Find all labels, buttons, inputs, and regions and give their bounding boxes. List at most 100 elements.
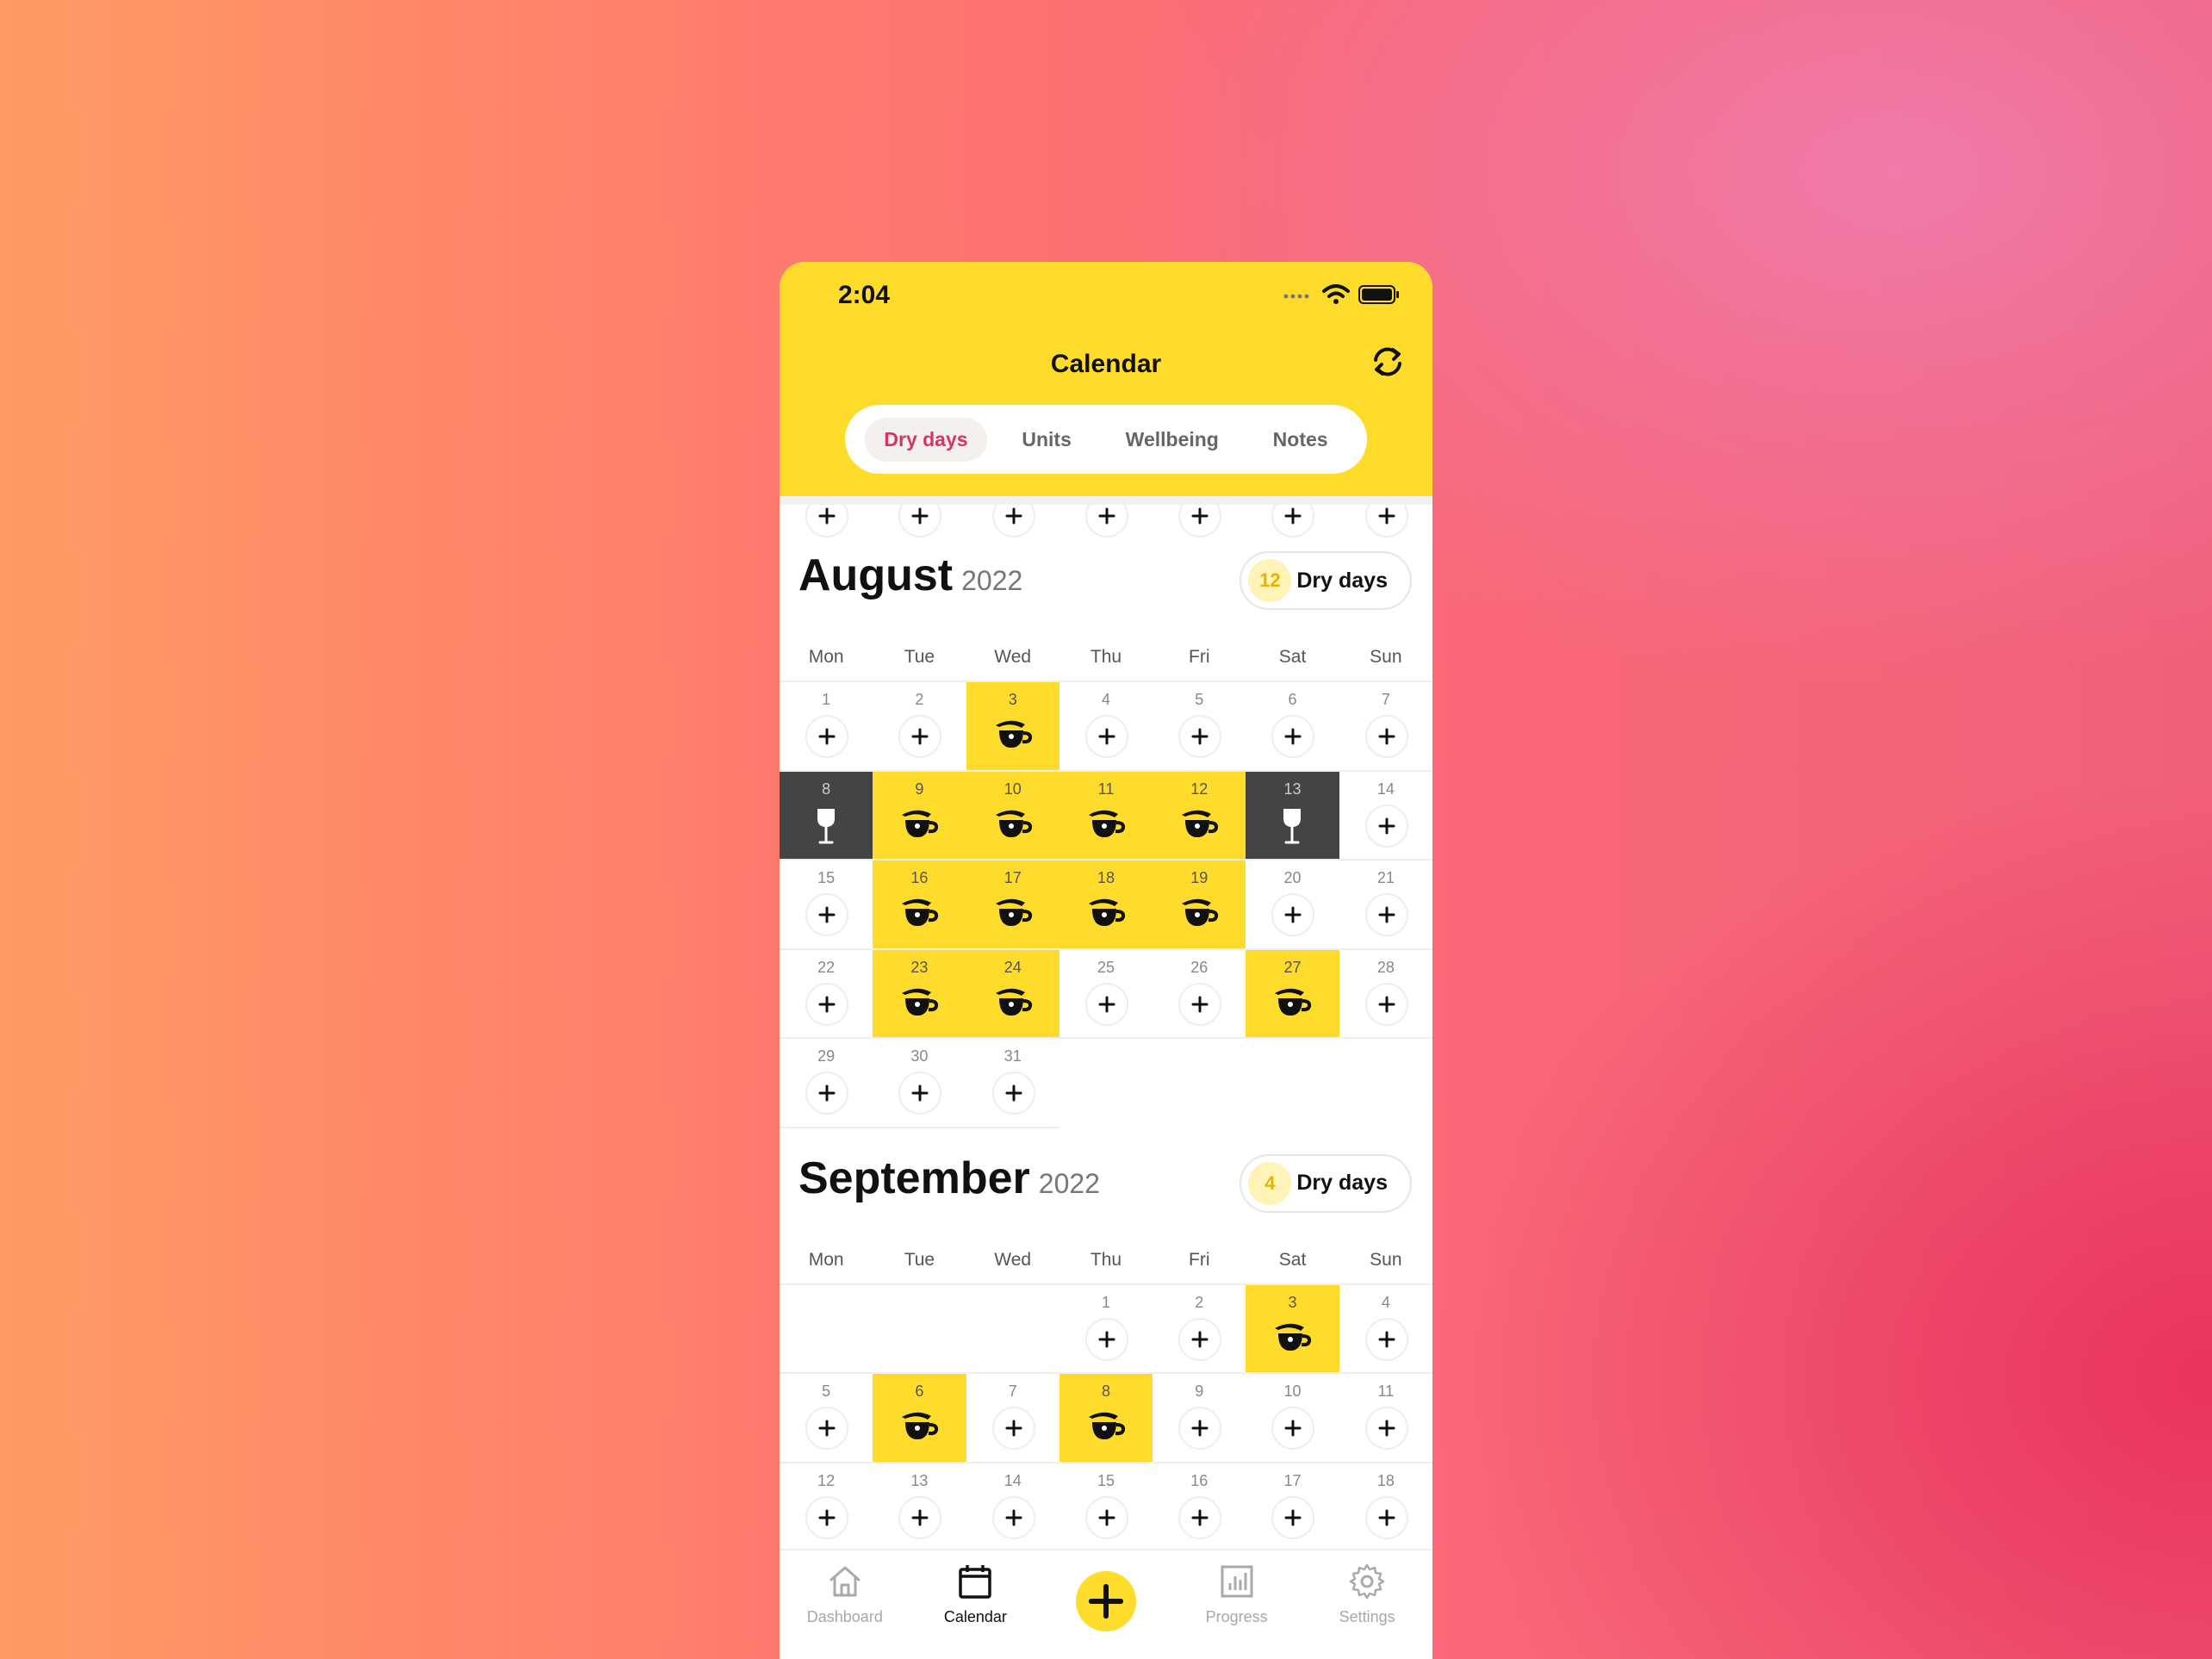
- day-cell[interactable]: 20: [1246, 861, 1339, 950]
- day-cell[interactable]: 1: [1059, 1285, 1153, 1374]
- add-entry-button[interactable]: [991, 1072, 1035, 1115]
- day-cell[interactable]: [1059, 505, 1153, 537]
- day-cell[interactable]: 7: [966, 1374, 1059, 1463]
- add-entry-button[interactable]: [991, 1407, 1035, 1450]
- add-entry-button[interactable]: [805, 1072, 848, 1115]
- day-cell[interactable]: 27: [1246, 949, 1339, 1039]
- add-button[interactable]: [1075, 1571, 1136, 1631]
- day-cell[interactable]: [966, 505, 1059, 537]
- day-cell[interactable]: 13: [1246, 771, 1339, 861]
- nav-dashboard[interactable]: Dashboard: [780, 1550, 910, 1626]
- add-entry-button[interactable]: [1271, 505, 1315, 537]
- day-cell[interactable]: 3: [1246, 1284, 1339, 1374]
- add-entry-button[interactable]: [991, 505, 1035, 537]
- day-cell[interactable]: 23: [873, 949, 966, 1039]
- day-cell[interactable]: 12: [1153, 771, 1246, 861]
- day-cell[interactable]: 17: [966, 861, 1059, 950]
- dry-days-badge[interactable]: 12 Dry days: [1240, 551, 1412, 610]
- day-cell[interactable]: 8: [780, 771, 873, 861]
- add-entry-button[interactable]: [805, 1495, 848, 1539]
- day-cell[interactable]: 19: [1153, 861, 1246, 950]
- refresh-icon[interactable]: [1369, 343, 1407, 381]
- day-cell[interactable]: 7: [1339, 682, 1432, 772]
- tab-units[interactable]: Units: [1003, 418, 1090, 462]
- day-cell[interactable]: [1339, 505, 1432, 537]
- add-entry-button[interactable]: [1178, 1495, 1222, 1539]
- add-entry-button[interactable]: [805, 715, 848, 758]
- add-entry-button[interactable]: [1364, 1495, 1408, 1539]
- add-entry-button[interactable]: [805, 505, 848, 537]
- add-entry-button[interactable]: [991, 1495, 1035, 1539]
- add-entry-button[interactable]: [1084, 982, 1128, 1026]
- dry-days-badge[interactable]: 4 Dry days: [1240, 1153, 1412, 1213]
- add-entry-button[interactable]: [805, 1407, 848, 1450]
- day-cell[interactable]: 16: [1153, 1463, 1246, 1552]
- day-cell[interactable]: 29: [780, 1039, 873, 1128]
- day-cell[interactable]: 14: [966, 1463, 1059, 1552]
- day-cell[interactable]: [1246, 505, 1339, 537]
- day-cell[interactable]: 6: [873, 1374, 966, 1463]
- day-cell[interactable]: 25: [1059, 950, 1153, 1039]
- nav-calendar[interactable]: Calendar: [910, 1550, 1040, 1626]
- add-entry-button[interactable]: [1364, 804, 1408, 848]
- tab-notes[interactable]: Notes: [1254, 418, 1347, 462]
- day-cell[interactable]: 31: [966, 1039, 1059, 1128]
- day-cell[interactable]: 28: [1339, 950, 1432, 1039]
- add-entry-button[interactable]: [1084, 1495, 1128, 1539]
- add-entry-button[interactable]: [805, 893, 848, 936]
- add-entry-button[interactable]: [1084, 715, 1128, 758]
- add-entry-button[interactable]: [898, 505, 942, 537]
- add-entry-button[interactable]: [1364, 505, 1408, 537]
- day-cell[interactable]: 2: [873, 682, 966, 772]
- add-entry-button[interactable]: [1271, 1495, 1315, 1539]
- day-cell[interactable]: 30: [873, 1039, 966, 1128]
- day-cell[interactable]: 15: [780, 861, 873, 950]
- add-entry-button[interactable]: [1364, 1317, 1408, 1361]
- day-cell[interactable]: 9: [1153, 1374, 1246, 1463]
- day-cell[interactable]: 4: [1059, 682, 1153, 772]
- day-cell[interactable]: 14: [1339, 772, 1432, 861]
- day-cell[interactable]: 18: [1059, 861, 1153, 950]
- add-entry-button[interactable]: [1364, 893, 1408, 936]
- add-entry-button[interactable]: [1178, 982, 1222, 1026]
- day-cell[interactable]: 21: [1339, 861, 1432, 950]
- tab-dry-days[interactable]: Dry days: [865, 417, 987, 462]
- day-cell[interactable]: 5: [780, 1374, 873, 1463]
- day-cell[interactable]: 13: [873, 1463, 966, 1552]
- day-cell[interactable]: [1153, 505, 1246, 537]
- day-cell[interactable]: 2: [1153, 1285, 1246, 1374]
- day-cell[interactable]: 6: [1246, 682, 1339, 772]
- day-cell[interactable]: 15: [1059, 1463, 1153, 1552]
- day-cell[interactable]: 16: [873, 861, 966, 950]
- add-entry-button[interactable]: [898, 715, 942, 758]
- nav-add[interactable]: [1041, 1550, 1171, 1631]
- add-entry-button[interactable]: [1084, 505, 1128, 537]
- add-entry-button[interactable]: [1178, 715, 1222, 758]
- add-entry-button[interactable]: [1271, 893, 1315, 936]
- day-cell[interactable]: 22: [780, 950, 873, 1039]
- tab-wellbeing[interactable]: Wellbeing: [1107, 418, 1238, 462]
- day-cell[interactable]: 11: [1059, 771, 1153, 861]
- add-entry-button[interactable]: [1271, 715, 1315, 758]
- day-cell[interactable]: 3: [966, 682, 1059, 772]
- calendar-scroll[interactable]: August 2022 12 Dry days Mon Tue Wed Thu Fri Sat Su…: [780, 496, 1432, 1635]
- add-entry-button[interactable]: [1364, 715, 1408, 758]
- add-entry-button[interactable]: [1271, 1407, 1315, 1450]
- day-cell[interactable]: 1: [780, 682, 873, 772]
- day-cell[interactable]: 8: [1059, 1374, 1153, 1463]
- add-entry-button[interactable]: [1364, 1407, 1408, 1450]
- add-entry-button[interactable]: [1178, 505, 1222, 537]
- nav-settings[interactable]: Settings: [1302, 1550, 1432, 1626]
- day-cell[interactable]: 17: [1246, 1463, 1339, 1552]
- add-entry-button[interactable]: [898, 1072, 942, 1115]
- day-cell[interactable]: 11: [1339, 1374, 1432, 1463]
- day-cell[interactable]: 18: [1339, 1463, 1432, 1552]
- day-cell[interactable]: 9: [873, 771, 966, 861]
- add-entry-button[interactable]: [1364, 982, 1408, 1026]
- day-cell[interactable]: [780, 505, 873, 537]
- day-cell[interactable]: 10: [1246, 1374, 1339, 1463]
- day-cell[interactable]: 24: [966, 949, 1059, 1039]
- day-cell[interactable]: 26: [1153, 950, 1246, 1039]
- day-cell[interactable]: 5: [1153, 682, 1246, 772]
- nav-progress[interactable]: Progress: [1172, 1550, 1302, 1626]
